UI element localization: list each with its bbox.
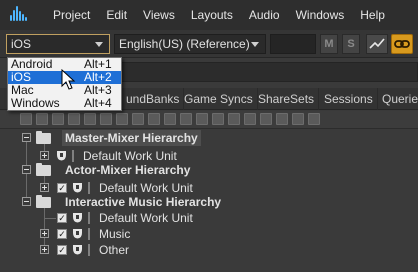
tab-sharesets[interactable]: ShareSets bbox=[254, 88, 320, 110]
tree-row-interactive-music[interactable]: Interactive Music Hierarchy bbox=[0, 194, 418, 210]
expand-toggle[interactable] bbox=[40, 245, 49, 254]
master-mixer-label: Master-Mixer Hierarchy bbox=[62, 130, 201, 146]
toolbar-icon[interactable] bbox=[308, 113, 320, 125]
option-name: Windows bbox=[11, 96, 60, 110]
link-button[interactable] bbox=[391, 34, 413, 54]
interactive-music-label: Interactive Music Hierarchy bbox=[65, 195, 222, 209]
hierarchy-tree: Master-Mixer Hierarchy Default Work Unit… bbox=[0, 130, 418, 272]
main-toolbar: iOS English(US) (Reference) M S bbox=[0, 30, 418, 58]
platform-option-windows[interactable]: Windows Alt+4 bbox=[8, 97, 121, 110]
toolbar-icon[interactable] bbox=[228, 113, 240, 125]
toolbar-icon[interactable] bbox=[164, 113, 176, 125]
menu-layouts[interactable]: Layouts bbox=[183, 0, 241, 30]
collapse-toggle[interactable] bbox=[22, 133, 31, 142]
platform-select-value: iOS bbox=[11, 37, 32, 51]
toolbar-icon[interactable] bbox=[20, 113, 32, 125]
toolbar-icon[interactable] bbox=[116, 113, 128, 125]
tab-game-syncs[interactable]: Game Syncs bbox=[180, 88, 258, 110]
separator-bar bbox=[88, 244, 90, 256]
collapse-toggle[interactable] bbox=[22, 165, 31, 174]
chevron-down-icon bbox=[95, 42, 103, 47]
expand-toggle[interactable] bbox=[40, 183, 49, 192]
chart-button[interactable] bbox=[366, 34, 388, 54]
tree-row-im-default[interactable]: ✓ Default Work Unit bbox=[0, 210, 418, 226]
folder-icon bbox=[36, 195, 51, 208]
checkbox-icon[interactable]: ✓ bbox=[57, 245, 67, 255]
folder-icon bbox=[36, 131, 51, 144]
search-field[interactable] bbox=[120, 62, 418, 82]
menu-edit[interactable]: Edit bbox=[98, 0, 135, 30]
work-unit-icon bbox=[73, 213, 82, 223]
toolbar-icon[interactable] bbox=[68, 113, 80, 125]
chart-icon bbox=[369, 38, 385, 49]
checkbox-icon[interactable]: ✓ bbox=[57, 183, 67, 193]
actor-mixer-label: Actor-Mixer Hierarchy bbox=[65, 163, 191, 177]
toolbar-icon[interactable] bbox=[292, 113, 304, 125]
wwise-logo-icon bbox=[0, 0, 34, 30]
mouse-cursor-icon bbox=[61, 69, 76, 90]
toolbar-icon[interactable] bbox=[244, 113, 256, 125]
work-unit-icon bbox=[73, 245, 82, 255]
other-label: Other bbox=[99, 243, 130, 257]
tab-queries[interactable]: Queries bbox=[378, 88, 418, 110]
menu-bar: Project Edit Views Layouts Audio Windows… bbox=[0, 0, 418, 30]
toolbar-icon[interactable] bbox=[196, 113, 208, 125]
menu-views[interactable]: Views bbox=[135, 0, 183, 30]
option-shortcut: Alt+4 bbox=[84, 96, 112, 110]
menu-windows[interactable]: Windows bbox=[288, 0, 353, 30]
separator-bar bbox=[88, 182, 90, 194]
mute-button[interactable]: M bbox=[320, 34, 338, 54]
toolbar-icon[interactable] bbox=[36, 113, 48, 125]
toolbar-icon[interactable] bbox=[180, 113, 192, 125]
expand-toggle[interactable] bbox=[40, 229, 49, 238]
separator-bar bbox=[88, 212, 90, 224]
tree-row-actor-mixer[interactable]: Actor-Mixer Hierarchy bbox=[0, 162, 418, 178]
object-toolbar bbox=[0, 111, 418, 129]
toolbar-icon[interactable] bbox=[52, 113, 64, 125]
menu-audio[interactable]: Audio bbox=[241, 0, 288, 30]
separator-bar bbox=[72, 150, 74, 162]
toolbar-icon[interactable] bbox=[212, 113, 224, 125]
tab-soundbanks[interactable]: undBanks bbox=[122, 88, 185, 110]
tab-sessions[interactable]: Sessions bbox=[320, 88, 378, 110]
expand-toggle[interactable] bbox=[40, 151, 49, 160]
checkbox-icon[interactable]: ✓ bbox=[57, 229, 67, 239]
toolbar-icon[interactable] bbox=[148, 113, 160, 125]
music-label: Music bbox=[99, 227, 131, 241]
language-select-value: English(US) (Reference) bbox=[119, 37, 250, 51]
im-default-work-unit-label: Default Work Unit bbox=[99, 211, 193, 225]
work-unit-icon bbox=[57, 151, 66, 161]
link-icon bbox=[394, 40, 410, 48]
toolbar-icon[interactable] bbox=[260, 113, 272, 125]
toolbar-icon[interactable] bbox=[84, 113, 96, 125]
checkbox-icon[interactable]: ✓ bbox=[57, 213, 67, 223]
work-unit-icon bbox=[73, 183, 82, 193]
work-unit-icon bbox=[73, 229, 82, 239]
tree-connector bbox=[44, 218, 56, 219]
tree-row-master-mixer[interactable]: Master-Mixer Hierarchy bbox=[0, 130, 418, 146]
separator-bar bbox=[88, 228, 90, 240]
chevron-down-icon bbox=[251, 42, 259, 47]
collapse-toggle[interactable] bbox=[22, 197, 31, 206]
menu-project[interactable]: Project bbox=[45, 0, 98, 30]
platform-select[interactable]: iOS bbox=[6, 34, 110, 54]
language-select[interactable]: English(US) (Reference) bbox=[114, 34, 266, 54]
transport-field[interactable] bbox=[270, 34, 316, 54]
folder-icon bbox=[36, 163, 51, 176]
toolbar-icon[interactable] bbox=[276, 113, 288, 125]
toolbar-icon[interactable] bbox=[100, 113, 112, 125]
menu-help[interactable]: Help bbox=[352, 0, 393, 30]
toolbar-icon[interactable] bbox=[132, 113, 144, 125]
tree-row-music[interactable]: ✓ Music bbox=[0, 226, 418, 242]
solo-button[interactable]: S bbox=[342, 34, 360, 54]
tree-row-other[interactable]: ✓ Other bbox=[0, 242, 418, 258]
